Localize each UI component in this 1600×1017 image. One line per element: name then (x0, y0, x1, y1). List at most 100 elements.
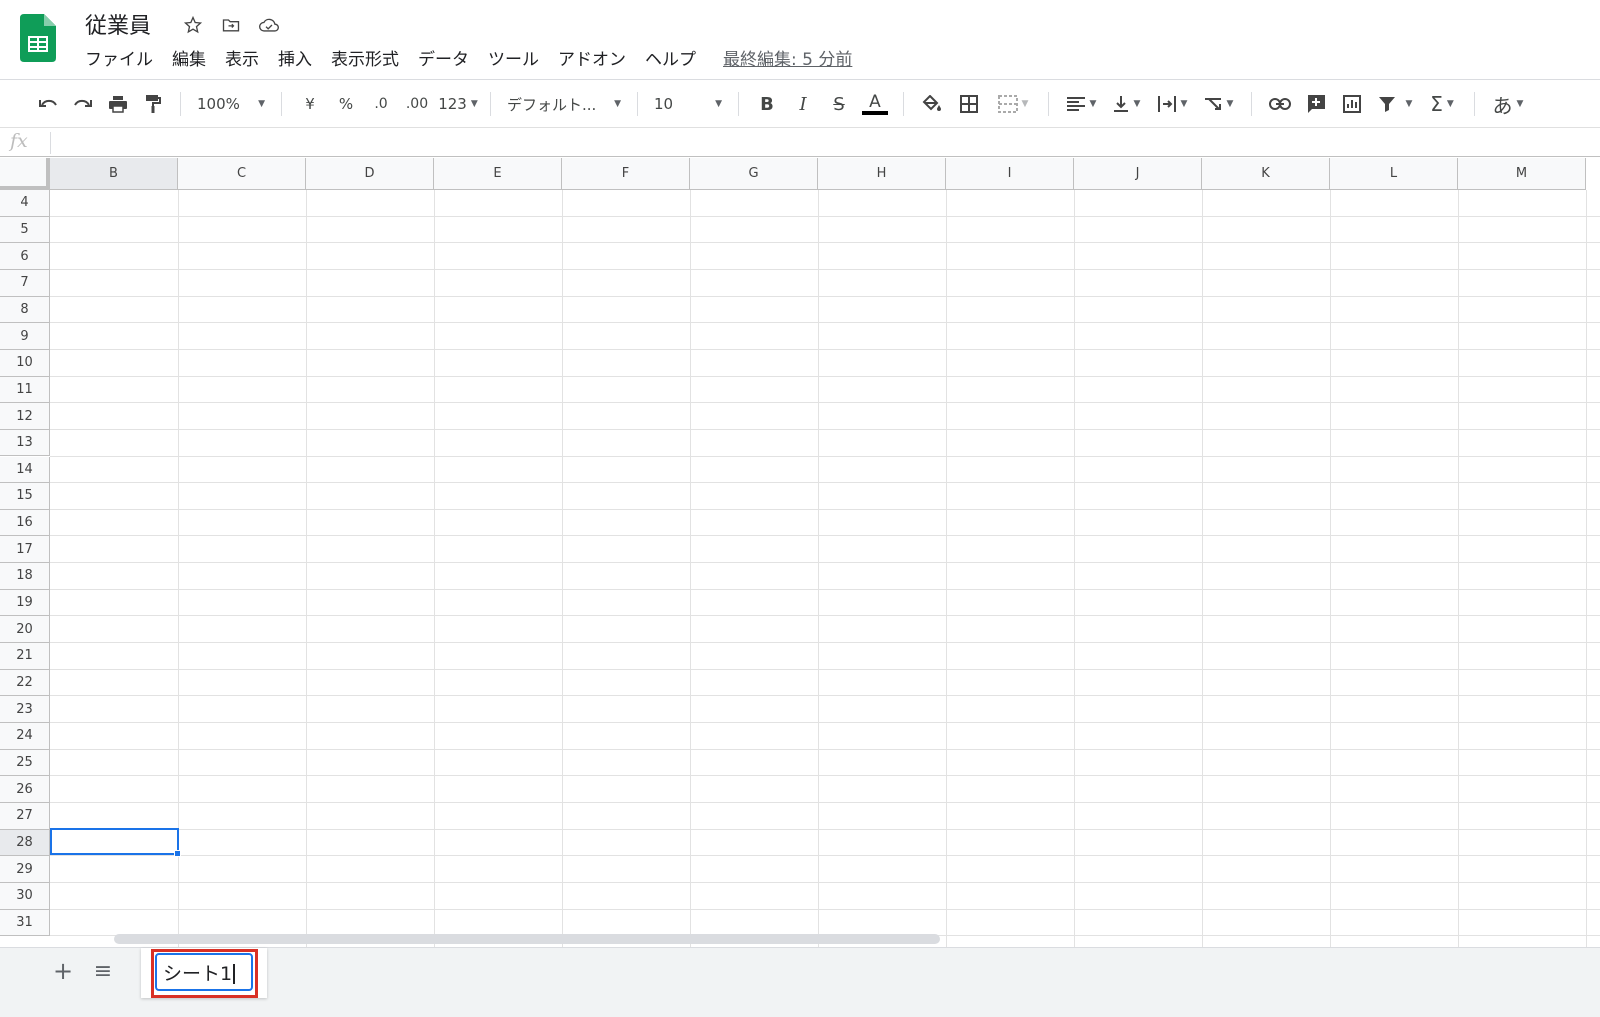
row-header-17[interactable]: 17 (0, 536, 50, 564)
row-gridline (50, 588, 1600, 590)
column-header-e[interactable]: E (434, 158, 562, 190)
row-header-13[interactable]: 13 (0, 429, 50, 457)
menu-data[interactable]: データ (418, 48, 469, 72)
column-header-f[interactable]: F (562, 158, 690, 190)
increase-decimals-button[interactable]: .00 (398, 88, 436, 120)
row-header-15[interactable]: 15 (0, 483, 50, 510)
input-tools-label: あ (1492, 93, 1513, 118)
row-header-5[interactable]: 5 (0, 216, 50, 244)
bold-button[interactable]: B (749, 88, 785, 120)
menu-insert[interactable]: 挿入 (278, 48, 312, 72)
column-header-b[interactable]: B (50, 158, 178, 190)
cloud-saved-icon[interactable] (256, 12, 282, 38)
column-header-j[interactable]: J (1074, 158, 1202, 190)
row-header-28[interactable]: 28 (0, 829, 50, 857)
column-header-c[interactable]: C (178, 158, 306, 190)
menu-format[interactable]: 表示形式 (331, 48, 399, 72)
selected-cell[interactable] (50, 828, 179, 855)
functions-button[interactable]: Σ ▼ (1420, 88, 1464, 120)
row-header-29[interactable]: 29 (0, 856, 50, 883)
row-gridline (50, 268, 1600, 270)
fill-handle[interactable] (174, 850, 181, 857)
text-color-swatch (862, 111, 888, 115)
row-header-9[interactable]: 9 (0, 323, 50, 350)
row-header-6[interactable]: 6 (0, 243, 50, 270)
row-header-25[interactable]: 25 (0, 749, 50, 777)
redo-icon[interactable] (64, 88, 100, 120)
column-header-g[interactable]: G (690, 158, 818, 190)
horizontal-align-icon[interactable]: ▼ (1059, 88, 1103, 120)
currency-button[interactable]: ¥ (292, 88, 328, 120)
menu-help[interactable]: ヘルプ (645, 48, 696, 72)
row-header-8[interactable]: 8 (0, 296, 50, 324)
strikethrough-button[interactable]: S (821, 88, 857, 120)
add-sheet-button[interactable]: + (50, 957, 76, 985)
row-header-23[interactable]: 23 (0, 696, 50, 723)
row-header-12[interactable]: 12 (0, 403, 50, 430)
more-formats-select[interactable]: 123 ▼ (436, 88, 480, 120)
column-header-k[interactable]: K (1202, 158, 1330, 190)
row-header-7[interactable]: 7 (0, 269, 50, 297)
column-header-m[interactable]: M (1458, 158, 1586, 190)
menu-file[interactable]: ファイル (85, 48, 153, 72)
row-header-27[interactable]: 27 (0, 802, 50, 830)
row-header-11[interactable]: 11 (0, 376, 50, 404)
row-header-30[interactable]: 30 (0, 882, 50, 910)
sheet-rename-input[interactable]: シート1 (155, 953, 253, 991)
star-icon[interactable] (180, 12, 206, 38)
zoom-select[interactable]: 100% ▼ (191, 88, 271, 120)
input-tools-button[interactable]: あ ▼ (1485, 88, 1531, 120)
italic-button[interactable]: I (785, 88, 821, 120)
borders-icon[interactable] (950, 88, 988, 120)
horizontal-scrollbar[interactable] (114, 934, 940, 944)
filter-icon[interactable]: ▼ (1370, 88, 1420, 120)
row-header-4[interactable]: 4 (0, 190, 50, 217)
undo-icon[interactable] (34, 88, 64, 120)
percent-button[interactable]: % (328, 88, 364, 120)
fill-color-icon[interactable] (914, 88, 950, 120)
row-header-26[interactable]: 26 (0, 776, 50, 803)
document-title[interactable]: 従業員 (85, 8, 151, 40)
row-header-19[interactable]: 19 (0, 589, 50, 617)
row-header-22[interactable]: 22 (0, 669, 50, 697)
row-header-14[interactable]: 14 (0, 456, 50, 484)
row-header-20[interactable]: 20 (0, 616, 50, 644)
insert-link-icon[interactable] (1262, 88, 1298, 120)
row-header-31[interactable]: 31 (0, 909, 50, 937)
menu-addons[interactable]: アドオン (558, 48, 626, 72)
menu-view[interactable]: 表示 (225, 48, 259, 72)
font-size-select[interactable]: 10 ▼ (648, 88, 728, 120)
decrease-decimals-button[interactable]: .0 (364, 88, 398, 120)
text-rotation-icon[interactable]: ▼ (1195, 88, 1241, 120)
menu-tools[interactable]: ツール (488, 48, 539, 72)
last-edit-link[interactable]: 最終編集: 5 分前 (723, 48, 852, 72)
text-wrap-icon[interactable]: ▼ (1149, 88, 1195, 120)
row-gridline (50, 508, 1600, 510)
formula-input[interactable] (60, 132, 1560, 154)
move-folder-icon[interactable] (218, 12, 244, 38)
column-header-l[interactable]: L (1330, 158, 1458, 190)
merge-cells-icon[interactable]: ▼ (988, 88, 1038, 120)
row-header-18[interactable]: 18 (0, 563, 50, 590)
font-select[interactable]: デフォルト... ▼ (501, 88, 627, 120)
menu-edit[interactable]: 編集 (172, 48, 206, 72)
row-header-10[interactable]: 10 (0, 349, 50, 377)
column-header-i[interactable]: I (946, 158, 1074, 190)
insert-comment-icon[interactable] (1298, 88, 1334, 120)
column-header-d[interactable]: D (306, 158, 434, 190)
insert-chart-icon[interactable] (1334, 88, 1370, 120)
spreadsheet-grid[interactable]: B C D E F G H I J K L M 4 5 6 7 8 9 10 11 12 13 14 15 16 17 18 19 20… (0, 158, 1600, 947)
all-sheets-button[interactable]: ≡ (90, 958, 116, 984)
text-color-button[interactable]: A (857, 88, 893, 120)
print-icon[interactable] (100, 88, 136, 120)
sheets-logo-icon[interactable] (20, 14, 56, 62)
toolbar-divider (637, 92, 638, 116)
select-all-corner[interactable] (0, 158, 50, 190)
paint-format-icon[interactable] (136, 88, 170, 120)
row-header-16[interactable]: 16 (0, 509, 50, 537)
vertical-align-icon[interactable]: ▼ (1103, 88, 1149, 120)
column-header-h[interactable]: H (818, 158, 946, 190)
row-header-21[interactable]: 21 (0, 643, 50, 670)
row-gridline (50, 215, 1600, 217)
row-header-24[interactable]: 24 (0, 723, 50, 750)
